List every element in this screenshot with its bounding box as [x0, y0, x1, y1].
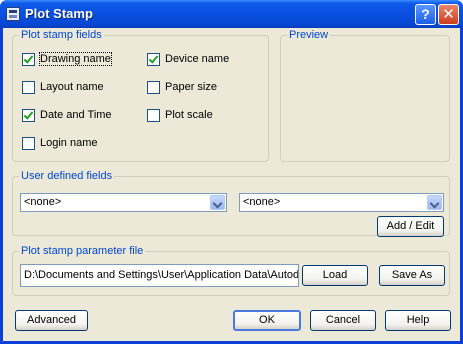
paper-size-label: Paper size [165, 81, 217, 93]
checkbox-box [22, 80, 35, 94]
chevron-down-icon[interactable] [427, 195, 442, 210]
preview-label: Preview [287, 29, 331, 41]
ok-button[interactable]: OK [233, 310, 301, 331]
close-button[interactable]: ✕ [438, 4, 459, 25]
checkbox-box [147, 80, 160, 94]
login-name-checkbox[interactable]: Login name [22, 136, 98, 150]
device-name-checkbox[interactable]: Device name [147, 52, 229, 66]
parameter-file-label: Plot stamp parameter file [19, 245, 146, 257]
checkbox-box [147, 52, 160, 66]
plot-scale-checkbox[interactable]: Plot scale [147, 108, 213, 122]
paper-size-checkbox[interactable]: Paper size [147, 80, 217, 94]
date-and-time-checkbox[interactable]: Date and Time [22, 108, 112, 122]
help-button[interactable]: Help [385, 310, 451, 331]
user-field-2-select[interactable]: <none> [239, 193, 444, 212]
plot-stamp-fields-group: Plot stamp fields Drawing name Device na… [12, 29, 269, 162]
check-icon [23, 52, 34, 64]
user-field-2-value: <none> [243, 196, 281, 208]
device-name-label: Device name [165, 53, 230, 65]
layout-name-checkbox[interactable]: Layout name [22, 80, 104, 94]
help-title-button[interactable]: ? [415, 4, 436, 25]
dialog-window: Plot Stamp ? ✕ Plot stamp fields Drawing… [0, 0, 463, 344]
title-bar[interactable]: Plot Stamp ? ✕ [0, 0, 463, 28]
drawing-name-checkbox[interactable]: Drawing name [22, 52, 112, 66]
plot-scale-label: Plot scale [165, 109, 213, 121]
close-icon: ✕ [442, 6, 455, 23]
layout-name-label: Layout name [40, 81, 104, 93]
cancel-button[interactable]: Cancel [310, 310, 376, 331]
checkbox-box [22, 52, 35, 66]
plot-stamp-app-icon [6, 7, 20, 21]
user-defined-fields-label: User defined fields [19, 170, 115, 182]
advanced-button[interactable]: Advanced [15, 310, 88, 331]
preview-group: Preview [280, 29, 450, 162]
window-title: Plot Stamp [25, 6, 93, 21]
check-icon [148, 52, 159, 64]
parameter-file-group: Plot stamp parameter file D:\Documents a… [12, 245, 450, 296]
check-icon [23, 108, 34, 120]
checkbox-box [147, 108, 160, 122]
user-field-1-value: <none> [24, 196, 62, 208]
checkbox-box [22, 108, 35, 122]
add-edit-button[interactable]: Add / Edit [377, 216, 444, 237]
save-as-button[interactable]: Save As [379, 265, 445, 286]
user-defined-fields-group: User defined fields <none> <none> Add / … [12, 170, 450, 237]
plot-stamp-fields-label: Plot stamp fields [19, 29, 104, 41]
checkbox-box [22, 136, 35, 150]
chevron-down-icon[interactable] [210, 195, 225, 210]
drawing-name-label: Drawing name [39, 52, 112, 66]
load-button[interactable]: Load [302, 265, 368, 286]
dialog-body: Plot stamp fields Drawing name Device na… [3, 28, 460, 341]
question-icon: ? [421, 6, 430, 22]
login-name-label: Login name [40, 137, 98, 149]
parameter-file-path-field[interactable]: D:\Documents and Settings\User\Applicati… [20, 264, 299, 287]
date-and-time-label: Date and Time [40, 109, 112, 121]
user-field-1-select[interactable]: <none> [20, 193, 227, 212]
